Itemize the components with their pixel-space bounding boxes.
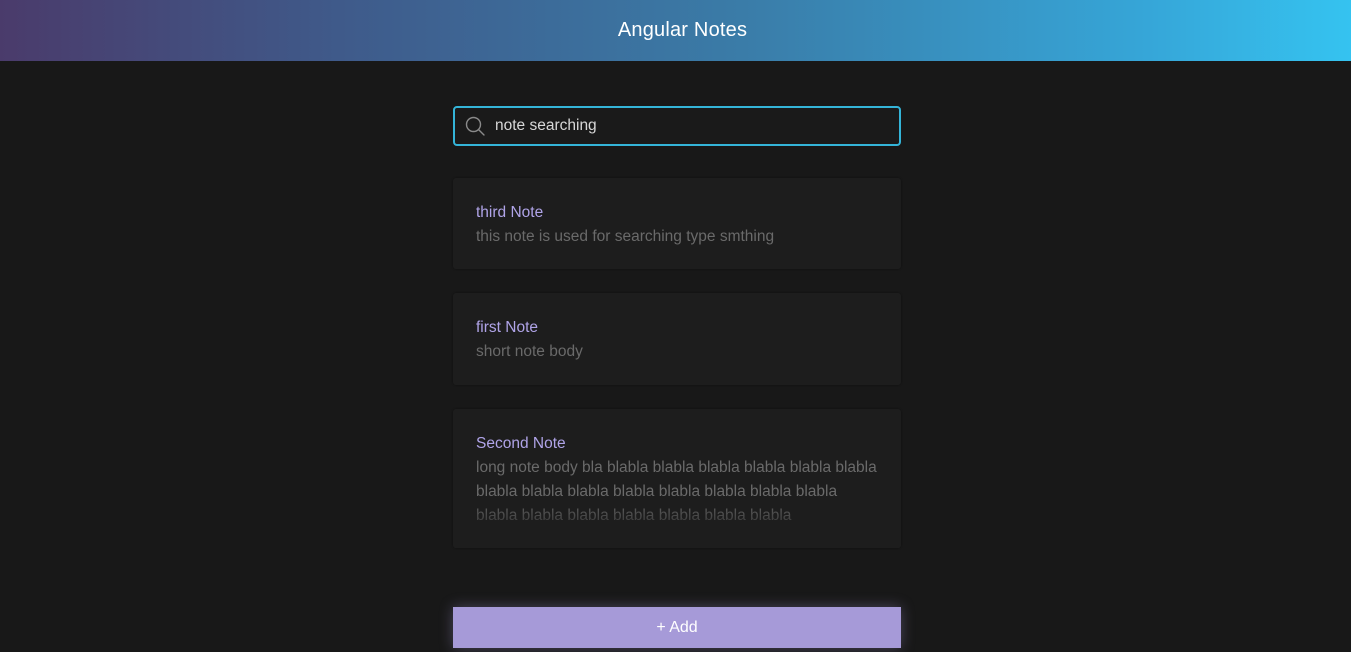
- note-fade-overlay: [453, 498, 901, 548]
- note-card-second[interactable]: Second Note long note body bla blabla bl…: [453, 409, 901, 548]
- search-box[interactable]: [453, 106, 901, 146]
- note-card-third[interactable]: third Note this note is used for searchi…: [453, 178, 901, 269]
- note-title: Second Note: [476, 435, 566, 452]
- note-body: short note body: [476, 343, 583, 360]
- note-body: this note is used for searching type smt…: [476, 228, 775, 245]
- note-title: first Note: [476, 319, 539, 336]
- search-input[interactable]: [495, 108, 893, 144]
- add-note-button[interactable]: + Add: [453, 607, 901, 648]
- app-title: Angular Notes: [617, 19, 748, 41]
- search-icon: [465, 116, 485, 136]
- note-card-first[interactable]: first Note short note body: [453, 293, 901, 385]
- note-title: third Note: [476, 204, 544, 221]
- app-header: Angular Notes: [0, 0, 1351, 61]
